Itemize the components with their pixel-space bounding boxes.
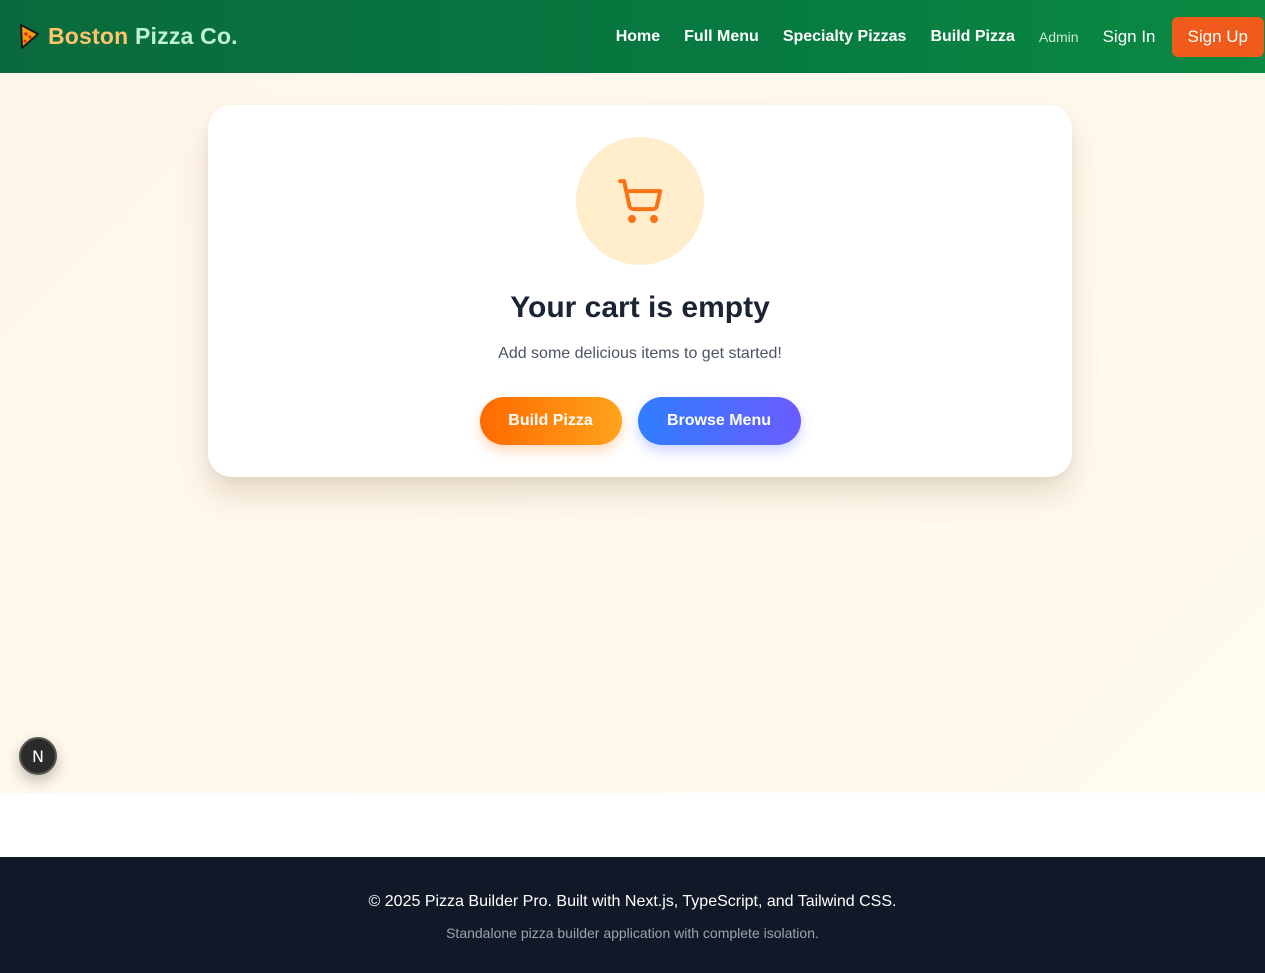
nextjs-dev-badge[interactable]: N — [19, 737, 57, 775]
sign-up-button[interactable]: Sign Up — [1171, 16, 1264, 57]
footer-tagline: Standalone pizza builder application wit… — [446, 925, 819, 941]
sign-in-link[interactable]: Sign In — [1103, 27, 1156, 47]
top-navbar: Boston Pizza Co. Home Full Menu Specialt… — [0, 0, 1265, 73]
build-pizza-button[interactable]: Build Pizza — [479, 397, 622, 445]
brand-name: Boston Pizza Co. — [48, 23, 238, 50]
nav-admin-link[interactable]: Admin — [1039, 29, 1079, 45]
pizza-slice-icon — [20, 24, 39, 49]
main-nav: Home Full Menu Specialty Pizzas Build Pi… — [592, 0, 1265, 73]
footer-copyright: © 2025 Pizza Builder Pro. Built with Nex… — [368, 893, 897, 910]
empty-cart-card: Your cart is empty Add some delicious it… — [208, 105, 1072, 477]
nav-specialty-pizzas-link[interactable]: Specialty Pizzas — [783, 28, 907, 46]
shopping-cart-icon — [618, 179, 663, 223]
empty-cart-title: Your cart is empty — [510, 291, 770, 324]
nav-full-menu-link[interactable]: Full Menu — [684, 28, 759, 46]
cart-actions: Build Pizza Browse Menu — [208, 397, 1072, 445]
brand-logo-link[interactable]: Boston Pizza Co. — [18, 22, 238, 50]
browse-menu-button[interactable]: Browse Menu — [637, 397, 801, 445]
cart-icon-circle — [576, 137, 704, 265]
empty-cart-subtitle: Add some delicious items to get started! — [498, 345, 782, 362]
main-content: Your cart is empty Add some delicious it… — [0, 73, 1265, 793]
brand-name-part1: Boston — [48, 22, 129, 49]
nav-build-pizza-link[interactable]: Build Pizza — [930, 28, 1014, 46]
site-footer: © 2025 Pizza Builder Pro. Built with Nex… — [0, 857, 1265, 973]
brand-name-part2: Pizza Co. — [135, 22, 238, 49]
nav-home-link[interactable]: Home — [616, 28, 660, 46]
